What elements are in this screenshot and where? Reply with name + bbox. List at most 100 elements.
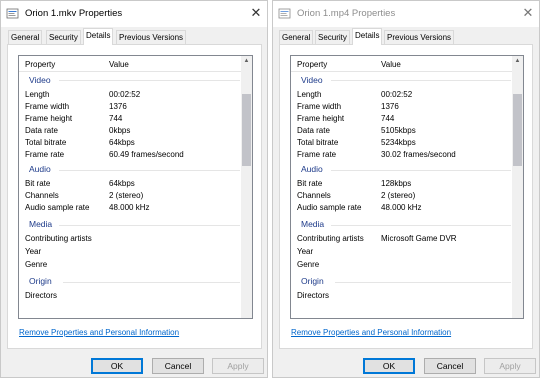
group-origin: Origin (29, 276, 52, 286)
property-value[interactable]: 64kbps (109, 179, 135, 188)
property-label: Contributing artists (297, 234, 364, 243)
scroll-up-arrow-icon[interactable]: ▲ (512, 56, 523, 67)
property-value[interactable]: 64kbps (109, 138, 135, 147)
title-bar: Orion 1.mkv Properties ✕ (1, 1, 267, 27)
property-value[interactable]: 00:02:52 (109, 90, 140, 99)
file-properties-icon (6, 8, 19, 19)
group-media: Media (29, 219, 53, 229)
property-value[interactable]: 1376 (381, 102, 399, 111)
property-label: Bit rate (25, 179, 51, 188)
ok-button[interactable]: OK (91, 358, 143, 374)
property-label: Total bitrate (297, 138, 339, 147)
property-label: Bit rate (297, 179, 323, 188)
cancel-button[interactable]: Cancel (424, 358, 476, 374)
property-value[interactable]: 1376 (109, 102, 127, 111)
remove-properties-link[interactable]: Remove Properties and Personal Informati… (19, 328, 179, 337)
property-label: Year (25, 247, 42, 256)
property-value[interactable]: 0kbps (109, 126, 130, 135)
vertical-scrollbar[interactable]: ▲ (241, 56, 252, 318)
group-video: Video (29, 75, 51, 85)
tab-details[interactable]: Details (83, 28, 114, 45)
vertical-scrollbar[interactable]: ▲ (512, 56, 523, 318)
property-label: Total bitrate (25, 138, 67, 147)
close-button[interactable]: ✕ (517, 1, 539, 25)
group-divider (335, 282, 511, 283)
tab-general[interactable]: General (8, 30, 43, 44)
property-value[interactable]: 00:02:52 (381, 90, 412, 99)
group-divider (63, 282, 240, 283)
property-value[interactable]: 2 (stereo) (109, 191, 143, 200)
property-value[interactable]: 30.02 frames/second (381, 150, 456, 159)
apply-button[interactable]: Apply (484, 358, 536, 374)
tab-details[interactable]: Details (352, 28, 383, 45)
property-label: Channels (25, 191, 59, 200)
property-label: Directors (297, 291, 330, 300)
column-header-value[interactable]: Value (109, 60, 129, 69)
group-media: Media (301, 219, 325, 229)
close-icon: ✕ (250, 5, 262, 20)
cancel-button[interactable]: Cancel (152, 358, 204, 374)
details-panel: Property Value Video Length 00:02:52 Fra… (279, 44, 533, 349)
property-label: Frame height (297, 114, 345, 123)
properties-dialog-mp4: Orion 1.mp4 Properties ✕ General Securit… (272, 0, 540, 378)
group-divider (331, 170, 511, 171)
column-header-value[interactable]: Value (381, 60, 401, 69)
property-label: Length (297, 90, 322, 99)
property-value[interactable]: 48.000 kHz (109, 203, 149, 212)
property-label: Genre (297, 260, 320, 269)
property-label: Frame rate (297, 150, 337, 159)
property-label: Channels (297, 191, 331, 200)
property-value[interactable]: 5234kbps (381, 138, 416, 147)
tab-security[interactable]: Security (46, 30, 81, 44)
property-label: Genre (25, 260, 48, 269)
property-label: Frame width (25, 102, 70, 111)
tab-general[interactable]: General (279, 30, 314, 44)
close-button[interactable]: ✕ (245, 1, 267, 25)
ok-button[interactable]: OK (363, 358, 415, 374)
column-header-property[interactable]: Property (25, 60, 55, 69)
property-label: Year (297, 247, 314, 256)
properties-dialog-mkv: Orion 1.mkv Properties ✕ General Securit… (0, 0, 268, 378)
property-value[interactable]: 2 (stereo) (381, 191, 415, 200)
group-divider (59, 170, 240, 171)
property-value[interactable]: 60.49 frames/second (109, 150, 184, 159)
window-title: Orion 1.mp4 Properties (297, 8, 396, 19)
property-list[interactable]: Property Value Video Length 00:02:52 Fra… (18, 55, 253, 319)
property-label: Audio sample rate (297, 203, 362, 212)
tab-previous-versions[interactable]: Previous Versions (384, 30, 455, 44)
group-audio: Audio (29, 164, 51, 174)
close-icon: ✕ (522, 5, 534, 20)
tab-previous-versions[interactable]: Previous Versions (116, 30, 187, 44)
property-value[interactable]: Microsoft Game DVR (381, 234, 457, 243)
group-origin: Origin (301, 276, 324, 286)
property-label: Frame rate (25, 150, 65, 159)
group-divider (59, 225, 240, 226)
property-label: Frame height (25, 114, 73, 123)
group-divider (331, 225, 511, 226)
property-label: Contributing artists (25, 234, 92, 243)
column-header-property[interactable]: Property (297, 60, 327, 69)
property-list[interactable]: Property Value Video Length 00:02:52 Fra… (290, 55, 524, 319)
property-label: Length (25, 90, 50, 99)
property-label: Data rate (25, 126, 58, 135)
remove-properties-link[interactable]: Remove Properties and Personal Informati… (291, 328, 451, 337)
window-title: Orion 1.mkv Properties (25, 8, 123, 19)
scrollbar-thumb[interactable] (513, 94, 522, 166)
property-value[interactable]: 48.000 kHz (381, 203, 421, 212)
property-label: Directors (25, 291, 58, 300)
property-label: Audio sample rate (25, 203, 90, 212)
property-label: Frame width (297, 102, 342, 111)
property-label: Data rate (297, 126, 330, 135)
scroll-up-arrow-icon[interactable]: ▲ (241, 56, 252, 67)
property-value[interactable]: 5105kbps (381, 126, 416, 135)
tab-security[interactable]: Security (315, 30, 350, 44)
scrollbar-thumb[interactable] (242, 94, 251, 166)
property-value[interactable]: 128kbps (381, 179, 411, 188)
file-properties-icon (278, 8, 291, 19)
details-panel: Property Value Video Length 00:02:52 Fra… (7, 44, 262, 349)
title-bar: Orion 1.mp4 Properties ✕ (273, 1, 539, 27)
apply-button[interactable]: Apply (212, 358, 264, 374)
group-video: Video (301, 75, 323, 85)
property-value[interactable]: 744 (381, 114, 394, 123)
property-value[interactable]: 744 (109, 114, 122, 123)
